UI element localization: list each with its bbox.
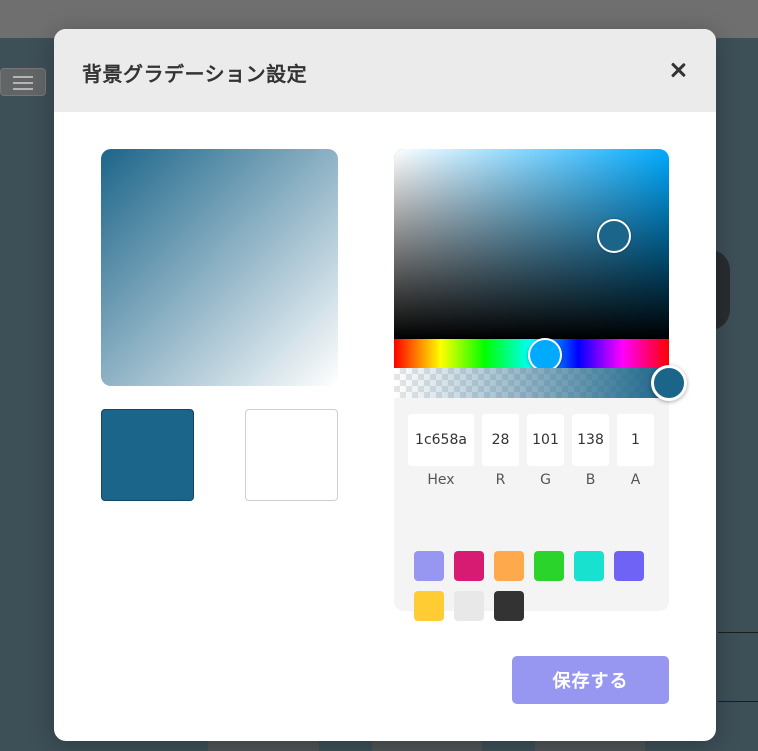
gradient-preview: [101, 149, 338, 386]
alpha-label: A: [630, 472, 641, 488]
alpha-slider[interactable]: [394, 368, 669, 398]
alpha-slider-handle[interactable]: [651, 365, 687, 401]
green-label: G: [540, 472, 551, 488]
hex-label: Hex: [427, 472, 455, 488]
hue-slider-handle[interactable]: [528, 338, 563, 372]
b-field-group: B: [572, 414, 609, 488]
red-input[interactable]: [482, 414, 519, 466]
gradient-end-color-button[interactable]: [245, 409, 338, 501]
gradient-start-color-button[interactable]: [101, 409, 194, 501]
hex-input[interactable]: [408, 414, 474, 466]
blue-input[interactable]: [572, 414, 609, 466]
color-picker: Hex R G B A: [394, 149, 687, 621]
preset-swatches: [414, 551, 654, 631]
blue-label: B: [585, 472, 596, 488]
preset-swatch[interactable]: [414, 551, 444, 581]
dialog-header: 背景グラデーション設定: [54, 29, 716, 112]
preset-swatch[interactable]: [534, 551, 564, 581]
close-icon[interactable]: [668, 60, 688, 80]
preset-swatch[interactable]: [494, 591, 524, 621]
preset-swatch[interactable]: [614, 551, 644, 581]
g-field-group: G: [527, 414, 564, 488]
preset-swatch[interactable]: [454, 551, 484, 581]
save-button[interactable]: 保存する: [512, 656, 669, 704]
preset-swatch[interactable]: [414, 591, 444, 621]
r-field-group: R: [482, 414, 519, 488]
green-input[interactable]: [527, 414, 564, 466]
alpha-input[interactable]: [617, 414, 654, 466]
hex-field-group: Hex: [408, 414, 474, 488]
preset-swatch[interactable]: [494, 551, 524, 581]
preset-swatch[interactable]: [454, 591, 484, 621]
preset-swatch[interactable]: [574, 551, 604, 581]
gradient-settings-dialog: 背景グラデーション設定 Hex R G: [54, 29, 716, 741]
color-fields: Hex R G B A: [408, 414, 662, 488]
red-label: R: [495, 472, 506, 488]
a-field-group: A: [617, 414, 654, 488]
dialog-title: 背景グラデーション設定: [82, 62, 308, 86]
